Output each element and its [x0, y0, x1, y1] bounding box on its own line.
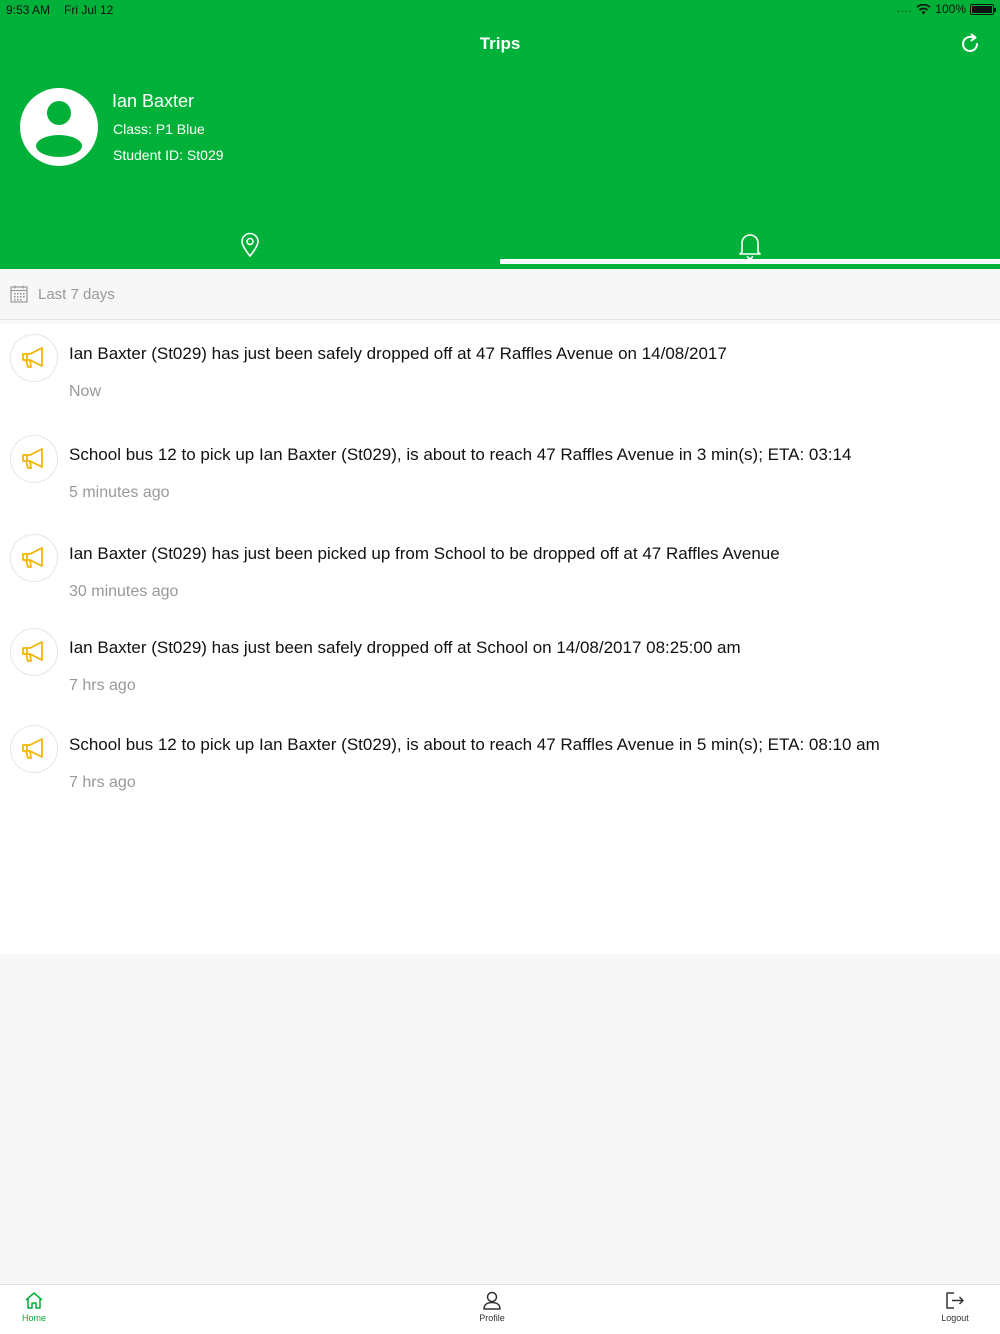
logout-icon [946, 1292, 964, 1309]
page-title: Trips [479, 34, 521, 53]
notification-time: Now [69, 383, 102, 400]
status-date: Fri Jul 12 [64, 3, 114, 17]
student-name: Ian Baxter [112, 91, 195, 111]
calendar-icon [10, 285, 28, 303]
notification-item[interactable]: Ian Baxter (St029) has just been safely … [0, 621, 1000, 716]
notification-time: 30 minutes ago [69, 583, 179, 600]
megaphone-icon [10, 334, 58, 382]
nav-home[interactable]: Home [4, 1291, 64, 1323]
nav-home-label: Home [21, 1313, 46, 1323]
signal-dots: .... [897, 3, 913, 15]
map-pin-icon [241, 232, 259, 258]
nav-logout[interactable]: Logout [925, 1291, 985, 1323]
status-indicators: .... 100% [897, 2, 996, 16]
date-filter[interactable]: Last 7 days [0, 269, 1000, 320]
notification-item[interactable]: School bus 12 to pick up Ian Baxter (St0… [0, 718, 1000, 813]
user-icon [483, 1291, 501, 1310]
notification-item[interactable]: School bus 12 to pick up Ian Baxter (St0… [0, 428, 1000, 523]
refresh-button[interactable] [958, 32, 982, 56]
notification-item[interactable]: Ian Baxter (St029) has just been picked … [0, 527, 1000, 622]
filter-label: Last 7 days [38, 285, 115, 303]
notification-list: Ian Baxter (St029) has just been safely … [0, 324, 1000, 954]
notification-text: Ian Baxter (St029) has just been safely … [69, 638, 741, 657]
megaphone-icon [10, 435, 58, 483]
home-icon [25, 1292, 43, 1309]
battery-percent: 100% [935, 2, 966, 16]
avatar [20, 88, 98, 166]
notification-text: Ian Baxter (St029) has just been safely … [69, 344, 727, 363]
megaphone-icon [10, 628, 58, 676]
notification-time: 7 hrs ago [69, 774, 136, 791]
megaphone-icon [10, 725, 58, 773]
notification-text: School bus 12 to pick up Ian Baxter (St0… [69, 445, 852, 464]
notification-time: 5 minutes ago [69, 484, 170, 501]
student-id: Student ID: St029 [113, 147, 224, 163]
tab-notifications[interactable] [500, 222, 1000, 264]
bell-icon [739, 234, 761, 259]
notification-item[interactable]: Ian Baxter (St029) has just been safely … [0, 327, 1000, 422]
notification-time: 7 hrs ago [69, 677, 136, 694]
nav-logout-label: Logout [941, 1313, 969, 1323]
app-header: 9:53 AM Fri Jul 12 .... 100% Trips Ian B… [0, 0, 1000, 269]
status-time: 9:53 AM [6, 3, 51, 17]
nav-profile[interactable]: Profile [462, 1291, 522, 1323]
battery-icon [970, 3, 996, 15]
bottom-nav: Home Profile Logout [0, 1284, 1000, 1334]
user-avatar-icon [36, 101, 82, 157]
notification-text: Ian Baxter (St029) has just been picked … [69, 544, 780, 563]
tab-map[interactable] [0, 222, 500, 269]
nav-profile-label: Profile [479, 1313, 505, 1323]
student-class: Class: P1 Blue [113, 121, 205, 137]
notification-text: School bus 12 to pick up Ian Baxter (St0… [69, 735, 880, 754]
megaphone-icon [10, 534, 58, 582]
wifi-icon [916, 3, 931, 14]
status-bar: 9:53 AM Fri Jul 12 .... 100% [0, 0, 1000, 20]
refresh-icon [962, 33, 978, 52]
